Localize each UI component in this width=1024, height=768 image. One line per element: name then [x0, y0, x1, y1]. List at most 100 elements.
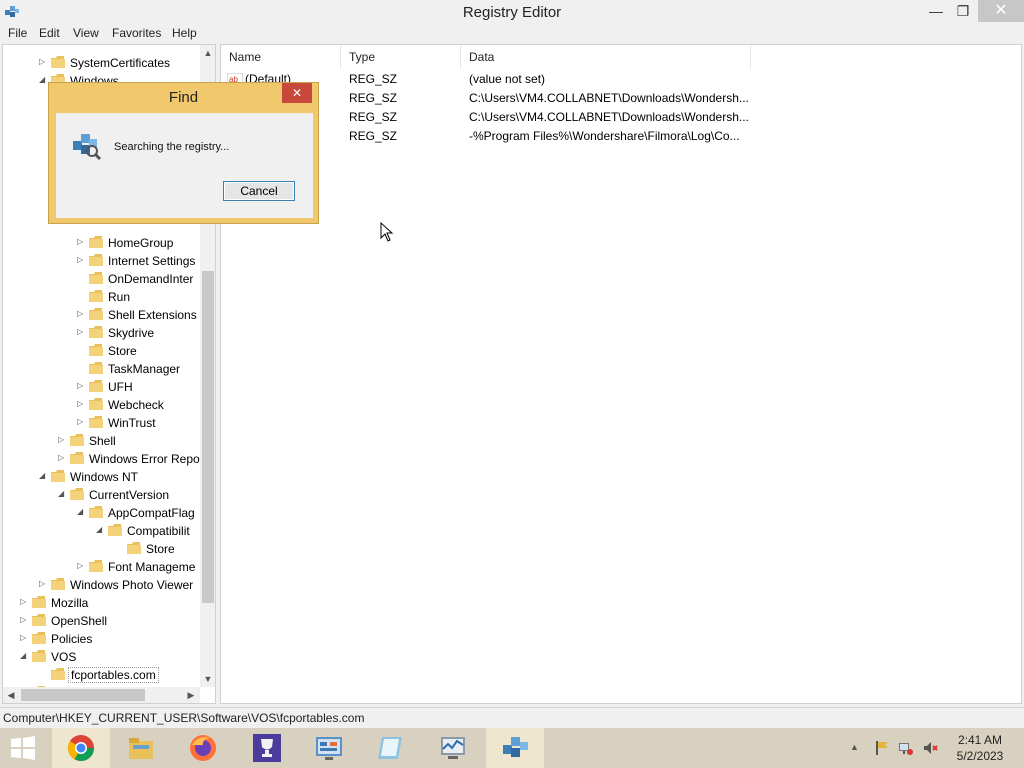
value-data: -%Program Files%\Wondershare\Filmora\Log…	[469, 129, 740, 143]
scroll-down-icon[interactable]: ▼	[200, 671, 215, 687]
tree-expander-icon[interactable]: ▷	[58, 435, 68, 444]
firefox-icon	[190, 735, 216, 761]
column-header-data[interactable]: Data	[461, 45, 751, 69]
taskbar-firefox[interactable]	[174, 728, 232, 768]
folder-icon	[89, 560, 103, 572]
tree-node-label: Shell Extensions	[108, 308, 197, 322]
cancel-button[interactable]: Cancel	[223, 181, 295, 201]
tree-node-label: Mozilla	[51, 596, 89, 610]
tree-expander-icon[interactable]: ▷	[77, 417, 87, 426]
tree-node-label: Windows Error Repo	[89, 452, 200, 466]
tree-node-label: OnDemandInter	[108, 272, 194, 286]
clock-date: 5/2/2023	[956, 749, 1004, 763]
tree-expander-icon[interactable]: ▷	[77, 237, 87, 246]
tree-expander-icon[interactable]: ▷	[77, 327, 87, 336]
tree-expander-icon[interactable]: ▷	[39, 579, 49, 588]
folder-icon	[32, 650, 46, 662]
scroll-right-icon[interactable]: ▶	[183, 687, 199, 703]
show-hidden-icons-icon[interactable]: ▲	[850, 742, 862, 752]
folder-icon	[89, 398, 103, 410]
value-row[interactable]: ab (Default) REG_SZ (value not set)	[221, 70, 1021, 89]
dialog-close-button[interactable]: ✕	[282, 83, 312, 103]
values-list[interactable]: Name Type Data ab (Default) REG_SZ (value n…	[220, 44, 1022, 704]
taskbar-control-panel[interactable]	[300, 728, 358, 768]
file-explorer-icon	[129, 738, 153, 759]
taskbar-trophy-app[interactable]	[238, 728, 296, 768]
tree-node-label: fcportables.com	[68, 667, 159, 683]
menu-help[interactable]: Help	[172, 26, 197, 40]
scroll-up-icon[interactable]: ▲	[200, 45, 215, 61]
folder-icon	[70, 488, 84, 500]
menu-favorites[interactable]: Favorites	[112, 26, 161, 40]
tree-expander-icon[interactable]: ◢	[58, 489, 68, 498]
clock-time: 2:41 AM	[957, 733, 1003, 747]
action-center-flag-icon[interactable]	[874, 740, 890, 756]
tree-node-label: Store	[108, 344, 137, 358]
tree-node-label: WinTrust	[108, 416, 156, 430]
dialog-title: Find	[168, 89, 199, 106]
menu-bar: File Edit View Favorites Help	[0, 24, 1024, 42]
clock[interactable]: 2:41 AM 5/2/2023	[948, 732, 1012, 764]
status-bar: Computer\HKEY_CURRENT_USER\Software\VOS\…	[0, 707, 1024, 727]
tree-expander-icon[interactable]: ◢	[96, 525, 106, 534]
tree-expander-icon[interactable]: ▷	[39, 57, 49, 66]
value-row[interactable]: abneREG_SZC:\Users\VM4.COLLABNET\Downloa…	[221, 108, 1021, 127]
folder-icon	[89, 344, 103, 356]
tree-expander-icon[interactable]: ▷	[20, 597, 30, 606]
folder-icon	[70, 452, 84, 464]
value-row[interactable]: abREG_SZ-%Program Files%\Wondershare\Fil…	[221, 127, 1021, 146]
scroll-left-icon[interactable]: ◀	[3, 687, 19, 703]
tree-node-label: Shell	[89, 434, 116, 448]
folder-icon	[89, 236, 103, 248]
tree-expander-icon[interactable]: ◢	[39, 471, 49, 480]
tree-expander-icon[interactable]: ▷	[77, 255, 87, 264]
close-button[interactable]: ✕	[978, 0, 1024, 22]
value-type: REG_SZ	[349, 110, 398, 124]
tree-horizontal-scrollbar[interactable]: ◀ ▶	[3, 687, 200, 703]
menu-file[interactable]: File	[8, 26, 27, 40]
tree-expander-icon[interactable]: ▷	[20, 633, 30, 642]
column-header-type[interactable]: Type	[341, 45, 461, 69]
value-type: REG_SZ	[349, 72, 398, 86]
network-icon[interactable]	[898, 740, 914, 756]
column-header-name[interactable]: Name	[221, 45, 341, 69]
registry-editor-icon	[503, 737, 528, 757]
folder-icon	[32, 596, 46, 608]
dialog-message: Searching the registry...	[114, 141, 230, 153]
menu-view[interactable]: View	[73, 26, 99, 40]
minimize-button[interactable]: —	[922, 0, 950, 22]
tree-expander-icon[interactable]: ▷	[77, 309, 87, 318]
tree-node-label: UFH	[108, 380, 133, 394]
start-button[interactable]	[0, 728, 48, 768]
tree-expander-icon[interactable]: ▷	[77, 399, 87, 408]
trophy-app-icon	[253, 734, 281, 762]
value-data: (value not set)	[469, 72, 546, 86]
taskbar-chrome[interactable]	[52, 728, 110, 768]
taskbar: ▲ 2:41 AM 5/2/2023	[0, 728, 1024, 768]
notepad-icon	[378, 737, 402, 759]
folder-icon	[70, 434, 84, 446]
tree-node-label: Store	[146, 542, 175, 556]
tree-expander-icon[interactable]: ▷	[77, 381, 87, 390]
scroll-thumb[interactable]	[202, 271, 214, 603]
search-registry-icon	[73, 134, 102, 161]
value-row[interactable]: abREG_SZC:\Users\VM4.COLLABNET\Downloads…	[221, 89, 1021, 108]
scroll-thumb[interactable]	[21, 689, 145, 701]
taskbar-registry-editor[interactable]	[486, 728, 544, 768]
menu-edit[interactable]: Edit	[39, 26, 60, 40]
taskbar-notepad[interactable]	[362, 728, 420, 768]
tree-node-label: Skydrive	[108, 326, 155, 340]
restore-button[interactable]: ❐	[950, 0, 976, 22]
value-type: REG_SZ	[349, 91, 398, 105]
tree-expander-icon[interactable]: ◢	[20, 651, 30, 660]
tree-expander-icon[interactable]: ▷	[58, 453, 68, 462]
folder-icon	[89, 326, 103, 338]
tree-node-label: AppCompatFlag	[108, 506, 195, 520]
tree-expander-icon[interactable]: ▷	[77, 561, 87, 570]
tree-expander-icon[interactable]: ▷	[20, 615, 30, 624]
taskbar-file-explorer[interactable]	[112, 728, 170, 768]
tree-expander-icon[interactable]: ◢	[77, 507, 87, 516]
volume-muted-icon[interactable]	[922, 740, 938, 756]
taskbar-performance-monitor[interactable]	[424, 728, 482, 768]
folder-icon	[32, 614, 46, 626]
